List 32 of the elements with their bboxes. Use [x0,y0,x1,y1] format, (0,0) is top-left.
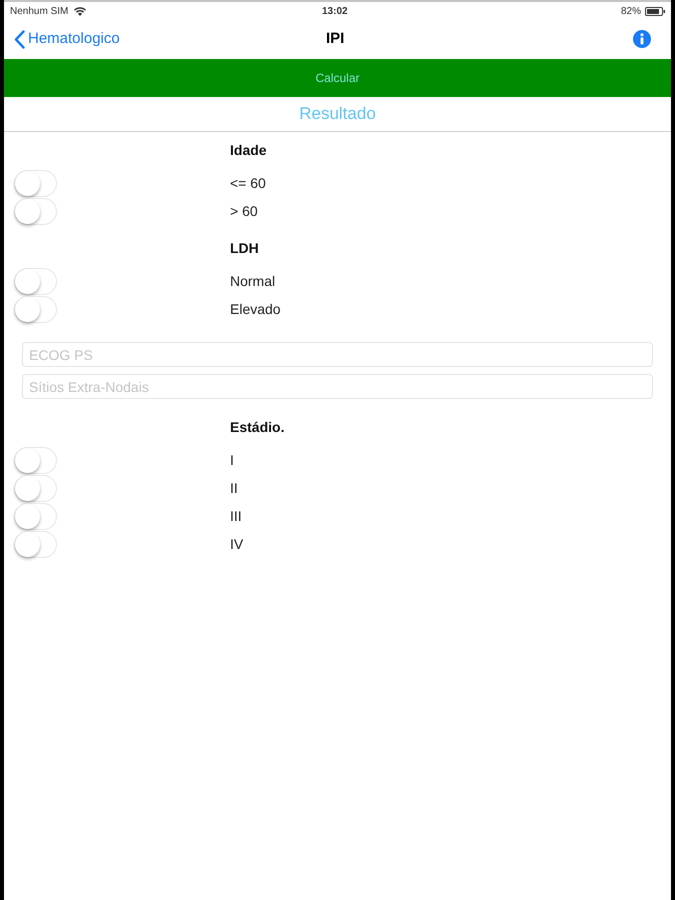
option-label: Elevado [230,300,281,318]
toggle-switch[interactable] [14,502,57,530]
option-label: <= 60 [230,174,266,192]
battery-percent: 82% [620,4,641,18]
option-label: Normal [230,272,276,290]
result-label: Resultado [299,103,376,126]
input-field[interactable]: ECOG PS [22,342,653,367]
wifi-icon [74,6,86,16]
section-heading: Idade [230,141,267,160]
section-heading: LDH [230,239,259,258]
chevron-left-icon [14,30,25,48]
option-label: IV [230,534,244,554]
back-button[interactable]: Hematologico [14,28,120,50]
info-icon[interactable] [633,30,651,48]
toggle-switch[interactable] [14,530,57,558]
option-label: I [230,450,234,470]
toggle-switch[interactable] [14,198,57,224]
toggle-switch[interactable] [14,296,57,322]
clock-time: 13:02 [322,4,348,18]
toggle-switch[interactable] [14,474,57,502]
option-label: > 60 [230,202,258,220]
option-label: II [230,478,238,498]
toggle-switch[interactable] [14,446,57,474]
section-heading: Estádio. [230,418,284,437]
carrier-label: Nenhum SIM [10,4,68,18]
option-label: III [230,506,242,526]
toggle-switch[interactable] [14,170,57,196]
battery-icon [645,6,665,16]
input-field[interactable]: Sítios Extra-Nodais [22,374,653,399]
calculate-button[interactable]: Calcular [4,59,671,97]
toggle-switch[interactable] [14,268,57,294]
screen-title: IPI [326,28,344,49]
